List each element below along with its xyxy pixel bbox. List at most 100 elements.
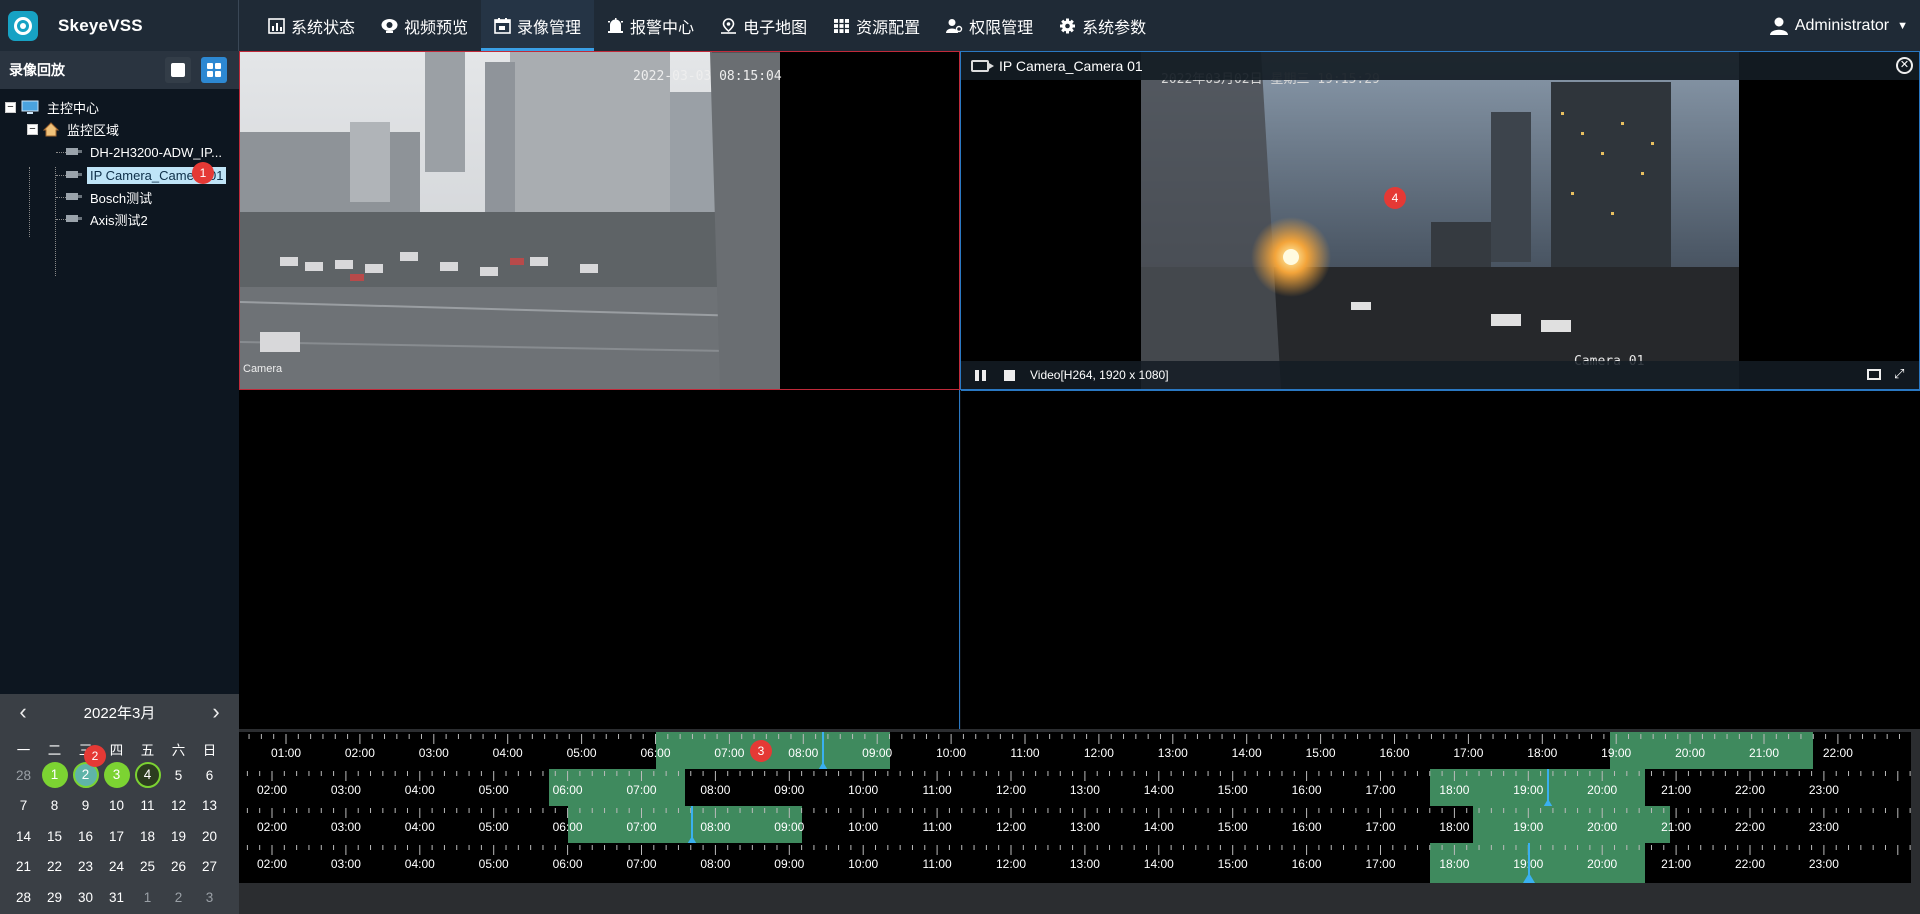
timeline-hour-label: 16:00 <box>1379 746 1410 760</box>
timeline-hour-label: 10:00 <box>848 783 879 797</box>
timeline-hour-label: 01:00 <box>270 746 302 760</box>
timeline-hour-label: 10:00 <box>848 820 879 834</box>
calendar-day-number: 6 <box>205 767 214 783</box>
timeline-hour-label: 18:00 <box>1527 746 1558 760</box>
calendar-day[interactable]: 10 <box>101 798 132 813</box>
timeline-hour-label: 23:00 <box>1808 783 1839 797</box>
calendar-day[interactable]: 15 <box>39 829 70 844</box>
calendar-day[interactable]: 18 <box>132 829 163 844</box>
calendar-day[interactable]: 16 <box>70 829 101 844</box>
collapse-toggle-icon[interactable]: − <box>5 101 16 113</box>
calendar-day[interactable]: 12 <box>163 798 194 813</box>
calendar-day[interactable]: 31 <box>101 890 132 905</box>
calendar-day[interactable]: 11 <box>132 798 163 813</box>
calendar-day[interactable]: 20 <box>194 829 225 844</box>
playhead-cursor[interactable] <box>685 806 698 846</box>
calendar-day[interactable]: 30 <box>70 890 101 905</box>
calendar-day[interactable]: 19 <box>163 829 194 844</box>
stop-icon[interactable] <box>1004 369 1015 381</box>
calendar-day[interactable]: 9 <box>70 798 101 813</box>
timeline-hour-label: 20:00 <box>1587 857 1618 871</box>
nav-item-2[interactable]: 录像管理 <box>481 0 595 51</box>
tree-node-camera[interactable]: DH-2H3200-ADW_IP... <box>66 142 225 162</box>
calendar-day[interactable]: 7 <box>8 798 39 813</box>
close-icon[interactable]: ✕ <box>1896 57 1913 74</box>
nav-label: 系统状态 <box>291 19 356 37</box>
snapshot-icon[interactable] <box>1867 369 1881 380</box>
tree-node-camera[interactable]: Axis测试2 <box>66 209 151 229</box>
timeline-hour-label: 20:00 <box>1675 746 1706 760</box>
timeline-track[interactable]: 02:00 03:00 04:00 05:00 06:00 07:00 08:00 09:00… <box>239 843 1911 883</box>
calendar-header: ‹ 2022年3月 › <box>0 694 239 730</box>
video-pane-2[interactable]: IP Camera_Camera 01 ✕ 2022年03月02日 星期三 <box>960 51 1920 390</box>
tree-node-camera[interactable]: Bosch测试 <box>66 187 155 207</box>
nav-item-0[interactable]: 系统状态 <box>255 0 368 51</box>
timeline-hour-label: 08:00 <box>700 783 731 797</box>
calendar-weekday-row: 一二三四五六日 <box>8 738 230 760</box>
timeline-hour-label: 14:00 <box>1143 857 1174 871</box>
calendar-day[interactable]: 13 <box>194 798 225 813</box>
timeline-hour-label: 21:00 <box>1661 857 1692 871</box>
video-pane-4[interactable] <box>961 390 1920 729</box>
calendar-day-number: 5 <box>174 767 183 783</box>
video-pane-3[interactable] <box>239 390 960 729</box>
quad-view-button[interactable] <box>201 57 227 83</box>
calendar-day-number: 14 <box>15 828 32 844</box>
tree-node-root[interactable]: − 主控中心 <box>5 97 102 117</box>
timeline-track[interactable]: 02:00 03:00 04:00 05:00 06:00 07:00 08:00 09:00… <box>239 769 1911 809</box>
calendar-day[interactable]: 21 <box>8 859 39 874</box>
timeline-hour-label: 21:00 <box>1748 746 1780 760</box>
calendar-day[interactable]: 24 <box>101 859 132 874</box>
collapse-toggle-icon[interactable]: − <box>27 123 38 135</box>
calendar-day[interactable]: 27 <box>194 859 225 874</box>
playhead-cursor[interactable] <box>816 732 829 772</box>
calendar-day[interactable]: 3 <box>101 762 132 789</box>
nav-item-7[interactable]: 系统参数 <box>1046 0 1159 51</box>
timeline-hour-label: 11:00 <box>922 820 952 834</box>
calendar-day[interactable]: 1 <box>39 762 70 789</box>
nav-item-3[interactable]: 报警中心 <box>594 0 707 51</box>
chevron-left-icon[interactable]: ‹ <box>10 699 36 725</box>
fullscreen-icon[interactable]: ⤢ <box>1894 367 1907 381</box>
calendar-day[interactable]: 3 <box>194 890 225 905</box>
video-pane-1[interactable]: 2022-03-03 08:15:04 Camera <box>239 51 960 390</box>
nav-item-5[interactable]: 资源配置 <box>820 0 933 51</box>
pause-icon[interactable] <box>975 369 987 381</box>
calendar-day[interactable]: 8 <box>39 798 70 813</box>
nav-item-1[interactable]: 视频预览 <box>368 0 481 51</box>
calendar-day[interactable]: 29 <box>39 890 70 905</box>
calendar-day[interactable]: 17 <box>101 829 132 844</box>
single-view-button[interactable] <box>165 57 191 83</box>
calendar-day[interactable]: 22 <box>39 859 70 874</box>
playhead-cursor[interactable] <box>1541 769 1554 809</box>
calendar-day[interactable]: 2 <box>163 890 194 905</box>
monitor-icon <box>21 100 39 114</box>
calendar-weekday: 五 <box>140 743 155 758</box>
user-menu[interactable]: Administrator ▼ <box>1769 0 1908 51</box>
calendar-day[interactable]: 14 <box>8 829 39 844</box>
tree-connector <box>56 175 66 176</box>
tree-node-area[interactable]: − 监控区域 <box>27 119 122 139</box>
calendar-day[interactable]: 26 <box>163 859 194 874</box>
calendar-day[interactable]: 28 <box>8 768 39 783</box>
step-badge: 4 <box>1384 187 1406 209</box>
timeline-panel: 01:00 02:00 03:00 04:00 05:00 06:00 07:00 08:00… <box>239 729 1920 914</box>
timeline-track[interactable]: 02:00 03:00 04:00 05:00 06:00 07:00 08:00 09:00… <box>239 806 1911 846</box>
calendar-day-number: 3 <box>103 762 130 789</box>
calendar-day[interactable]: 25 <box>132 859 163 874</box>
timeline-hour-label: 12:00 <box>995 857 1027 871</box>
calendar-day[interactable]: 4 <box>132 762 163 789</box>
nav-item-4[interactable]: 电子地图 <box>707 0 820 51</box>
timeline-track[interactable]: 01:00 02:00 03:00 04:00 05:00 06:00 07:00 08:00… <box>239 732 1911 772</box>
playhead-cursor[interactable] <box>1523 843 1536 883</box>
home-icon <box>43 121 59 136</box>
calendar-day[interactable]: 28 <box>8 890 39 905</box>
calendar-day[interactable]: 1 <box>132 890 163 905</box>
calendar-day[interactable]: 23 <box>70 859 101 874</box>
chevron-right-icon[interactable]: › <box>203 699 229 725</box>
nav-item-6[interactable]: 权限管理 <box>933 0 1046 51</box>
gear-icon <box>1059 18 1076 34</box>
timeline-hour-label: 17:00 <box>1365 783 1396 797</box>
calendar-day[interactable]: 5 <box>163 768 194 783</box>
calendar-day[interactable]: 6 <box>194 768 225 783</box>
